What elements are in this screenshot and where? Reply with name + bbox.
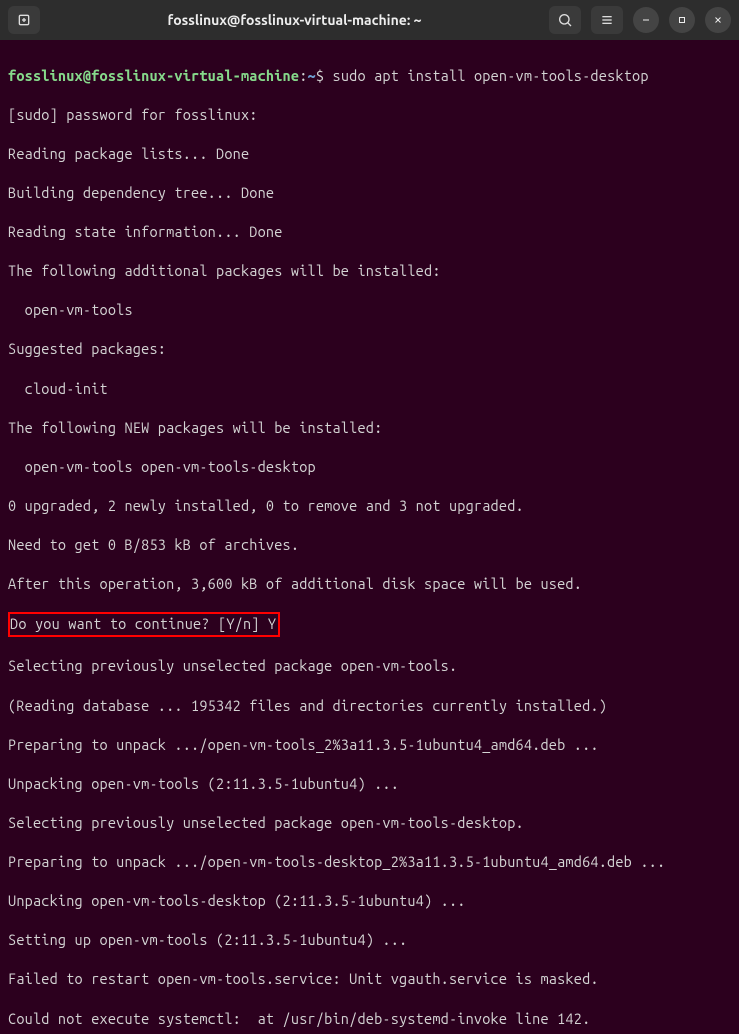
terminal-line: (Reading database ... 195342 files and d… (8, 696, 731, 716)
maximize-button[interactable] (669, 7, 695, 33)
terminal-line: [sudo] password for fosslinux: (8, 105, 731, 125)
highlighted-prompt: Do you want to continue? [Y/n] Y (8, 612, 280, 637)
terminal-line: Preparing to unpack .../open-vm-tools-de… (8, 852, 731, 872)
terminal-line: open-vm-tools (8, 300, 731, 320)
terminal-line: Setting up open-vm-tools (2:11.3.5-1ubun… (8, 930, 731, 950)
prompt-symbol: $ (316, 67, 324, 84)
terminal-line: Reading package lists... Done (8, 144, 731, 164)
terminal-line: cloud-init (8, 379, 731, 399)
terminal-line: Failed to restart open-vm-tools.service:… (8, 969, 731, 989)
terminal-line: Reading state information... Done (8, 222, 731, 242)
minimize-button[interactable] (633, 7, 659, 33)
terminal-line: Selecting previously unselected package … (8, 656, 731, 676)
terminal-line: The following NEW packages will be insta… (8, 418, 731, 438)
terminal-line: The following additional packages will b… (8, 261, 731, 281)
command-text: sudo apt install open-vm-tools-desktop (333, 67, 649, 84)
titlebar-right (549, 6, 731, 34)
prompt-userhost: fosslinux@fosslinux-virtual-machine (8, 67, 299, 84)
menu-button[interactable] (591, 6, 623, 34)
terminal-content[interactable]: fosslinux@fosslinux-virtual-machine:~$ s… (0, 40, 739, 1034)
terminal-line: Building dependency tree... Done (8, 183, 731, 203)
terminal-line: Do you want to continue? [Y/n] Y (8, 613, 731, 637)
new-tab-button[interactable] (8, 6, 40, 34)
terminal-line: 0 upgraded, 2 newly installed, 0 to remo… (8, 496, 731, 516)
prompt-sep: : (299, 67, 307, 84)
close-button[interactable] (705, 7, 731, 33)
terminal-line: After this operation, 3,600 kB of additi… (8, 574, 731, 594)
terminal-line: Need to get 0 B/853 kB of archives. (8, 535, 731, 555)
terminal-line: Could not execute systemctl: at /usr/bin… (8, 1009, 731, 1029)
terminal-line: Selecting previously unselected package … (8, 813, 731, 833)
terminal-line: Unpacking open-vm-tools (2:11.3.5-1ubunt… (8, 774, 731, 794)
terminal-line: Suggested packages: (8, 339, 731, 359)
search-button[interactable] (549, 6, 581, 34)
terminal-line: open-vm-tools open-vm-tools-desktop (8, 457, 731, 477)
terminal-line: Preparing to unpack .../open-vm-tools_2%… (8, 735, 731, 755)
window-titlebar: fosslinux@fosslinux-virtual-machine: ~ (0, 0, 739, 40)
prompt-path: ~ (308, 67, 316, 84)
titlebar-left (8, 6, 40, 34)
window-title: fosslinux@fosslinux-virtual-machine: ~ (48, 12, 541, 28)
terminal-line: fosslinux@fosslinux-virtual-machine:~$ s… (8, 66, 731, 86)
terminal-line: Unpacking open-vm-tools-desktop (2:11.3.… (8, 891, 731, 911)
